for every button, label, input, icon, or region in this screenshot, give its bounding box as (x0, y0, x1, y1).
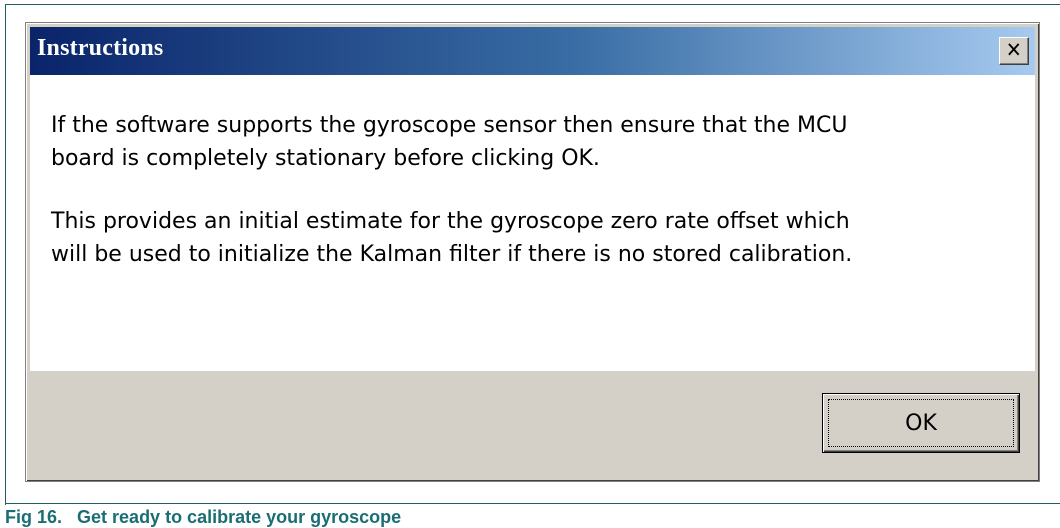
figure-divider (5, 503, 1060, 504)
message-paragraph-2: This provides an initial estimate for th… (51, 209, 853, 267)
dialog-title: Instructions (37, 35, 164, 61)
figure-title: Get ready to calibrate your gyroscope (77, 507, 402, 527)
message-paragraph-1: If the software supports the gyroscope s… (51, 113, 848, 171)
instructions-dialog: Instructions ✕ If the software supports … (25, 22, 1040, 482)
dialog-message: If the software supports the gyroscope s… (51, 109, 1011, 301)
ok-focus-rect: OK (828, 399, 1014, 447)
figure-number: Fig 16. (5, 507, 63, 527)
close-button[interactable]: ✕ (999, 37, 1029, 65)
ok-button-label: OK (905, 410, 937, 436)
ok-button[interactable]: OK (822, 393, 1020, 453)
close-icon: ✕ (1006, 38, 1022, 62)
dialog-titlebar[interactable]: Instructions ✕ (30, 27, 1035, 75)
